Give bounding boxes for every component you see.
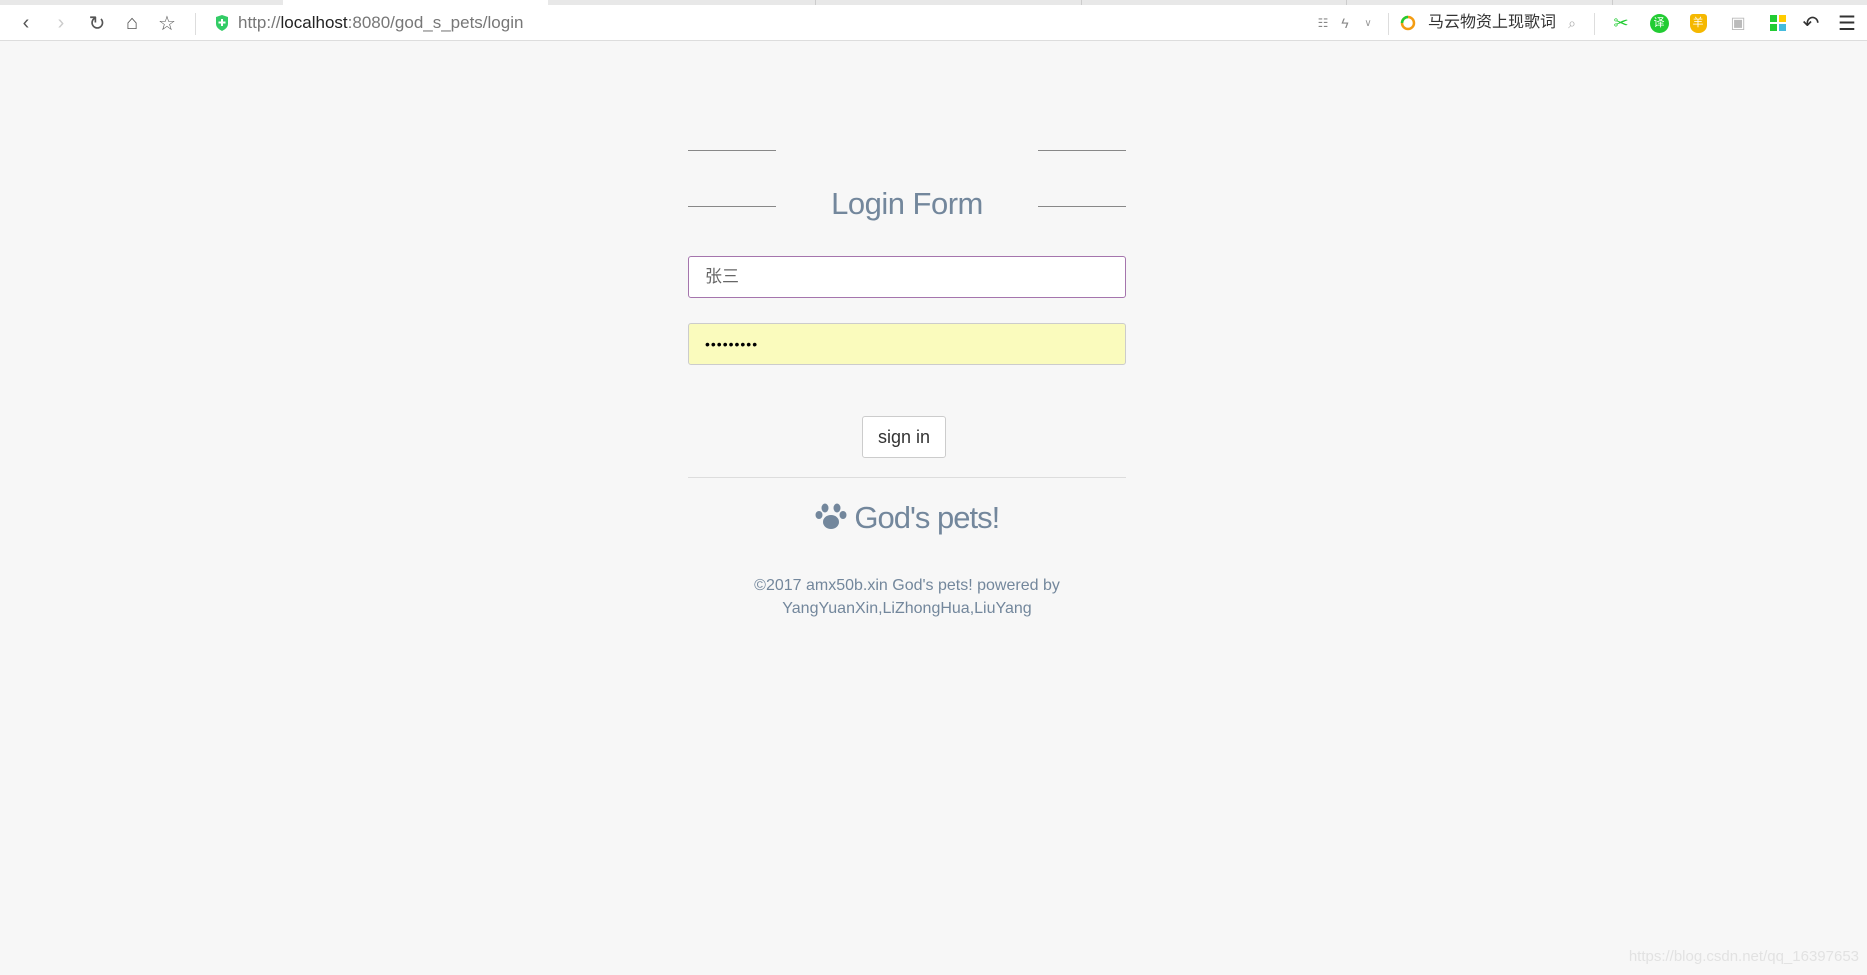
paw-icon	[815, 503, 847, 529]
divider	[1388, 13, 1389, 35]
back-icon[interactable]: ‹	[16, 5, 36, 41]
page-title: Login Form	[831, 186, 983, 221]
divider	[688, 477, 1126, 478]
browser-toolbar: ‹ › ↻ ⌂ ☆ http://localhost:8080/god_s_pe…	[0, 5, 1867, 41]
shield-icon[interactable]	[214, 5, 230, 41]
address-bar[interactable]: http://localhost:8080/god_s_pets/login	[238, 5, 523, 41]
watermark: https://blog.csdn.net/qq_16397653	[1628, 948, 1859, 965]
wallet-icon[interactable]: 羊	[1687, 5, 1709, 41]
footer-line: ©2017 amx50b.xin God's pets! powered by	[754, 577, 1060, 594]
game-icon[interactable]: ▣	[1727, 5, 1749, 41]
decor-line	[688, 150, 776, 151]
footer-line: YangYuanXin,LiZhongHua,LiuYang	[782, 600, 1032, 617]
search-suggestion[interactable]: 马云物资上现歌词	[1428, 5, 1556, 41]
lightning-icon[interactable]: ϟ	[1337, 5, 1353, 41]
chevron-down-icon[interactable]: ∨	[1361, 5, 1375, 41]
brand: God's pets!	[688, 500, 1126, 536]
apps-icon[interactable]	[1768, 5, 1788, 41]
home-icon[interactable]: ⌂	[120, 5, 144, 41]
url-scheme: http://	[238, 13, 281, 32]
forward-icon[interactable]: ›	[51, 5, 71, 41]
search-icon[interactable]: ⌕	[1563, 5, 1581, 41]
divider	[1594, 13, 1595, 35]
sign-in-button[interactable]: sign in	[862, 416, 946, 458]
url-host: localhost	[280, 13, 348, 32]
decor-line	[1038, 150, 1126, 151]
qr-icon[interactable]: ☷	[1315, 5, 1331, 41]
brand-name: God's pets!	[854, 500, 1000, 535]
username-input[interactable]: 张三	[688, 256, 1126, 298]
divider	[195, 13, 196, 35]
menu-icon[interactable]: ☰	[1836, 5, 1858, 41]
undo-icon[interactable]: ↶	[1799, 5, 1823, 41]
url-path: :8080/god_s_pets/login	[347, 13, 524, 32]
reload-icon[interactable]: ↻	[85, 5, 109, 41]
scissors-icon[interactable]: ✂	[1610, 5, 1632, 41]
translate-icon[interactable]: 译	[1648, 5, 1670, 41]
search-engine-icon[interactable]	[1397, 5, 1419, 41]
password-input[interactable]: •••••••••	[688, 323, 1126, 365]
footer: ©2017 amx50b.xin God's pets! powered by …	[688, 574, 1126, 620]
star-icon[interactable]: ☆	[155, 5, 179, 41]
